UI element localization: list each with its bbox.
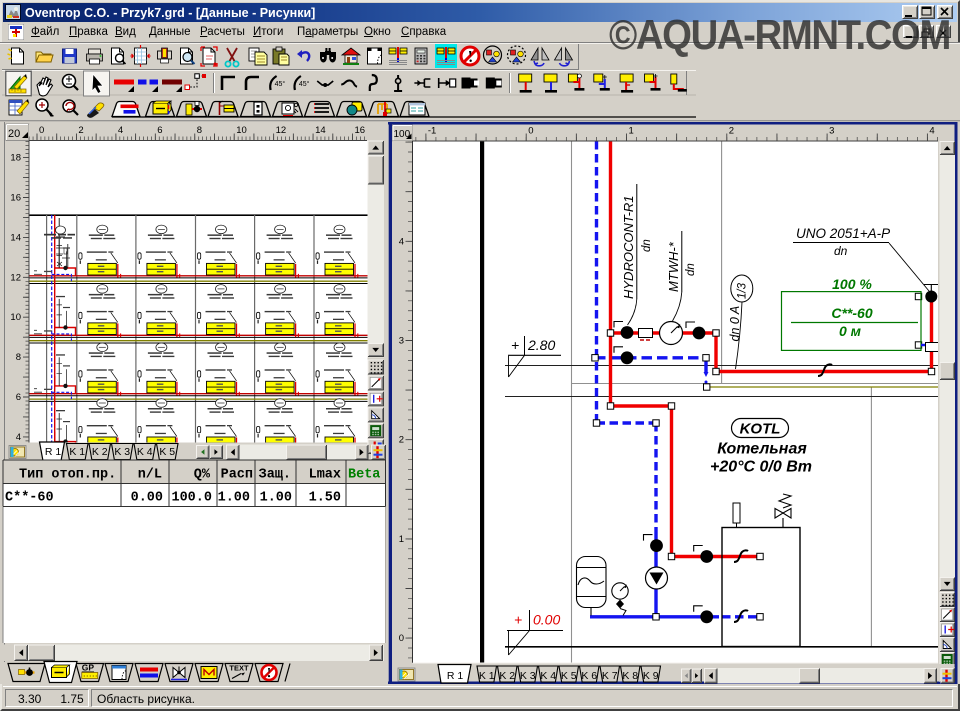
svg-text:100.0: 100.0: [171, 491, 212, 506]
svg-text:R 1: R 1: [45, 446, 62, 458]
svg-text:Lmax: Lmax: [309, 468, 341, 483]
svg-text:dn: dn: [834, 244, 848, 258]
svg-text:R 1: R 1: [447, 670, 464, 682]
svg-text:14: 14: [315, 125, 326, 136]
svg-text:dn: dn: [685, 263, 697, 276]
svg-text:-1: -1: [428, 126, 436, 137]
svg-text:2: 2: [729, 126, 734, 137]
svg-text:16: 16: [10, 193, 21, 204]
svg-text:0.00: 0.00: [533, 612, 560, 628]
svg-text:1/3: 1/3: [737, 282, 749, 299]
svg-text:14: 14: [10, 232, 21, 243]
svg-text:1.00: 1.00: [260, 491, 292, 506]
svg-text:0.00: 0.00: [131, 491, 163, 506]
svg-text:Beta: Beta: [348, 468, 380, 483]
svg-text:K 5: K 5: [159, 446, 175, 458]
svg-text:K 3: K 3: [520, 670, 536, 682]
svg-text:2: 2: [78, 125, 83, 136]
svg-text:18: 18: [10, 153, 21, 164]
svg-text:45°: 45°: [299, 80, 310, 88]
svg-text:10: 10: [236, 125, 247, 136]
svg-text:0: 0: [399, 633, 404, 644]
svg-text:K 1: K 1: [479, 670, 495, 682]
svg-text:GP: GP: [82, 663, 95, 673]
svg-text:Тип отоп.пр.: Тип отоп.пр.: [19, 468, 116, 483]
svg-text:1: 1: [399, 534, 404, 545]
svg-text:+20°C 0/0 Вт: +20°C 0/0 Вт: [710, 459, 812, 476]
svg-text:K 7: K 7: [602, 670, 618, 682]
svg-text:K 5: K 5: [561, 670, 577, 682]
svg-text:3: 3: [399, 336, 404, 347]
svg-text:dn: dn: [641, 239, 653, 252]
svg-text:20: 20: [8, 128, 20, 140]
svg-text:12: 12: [276, 125, 287, 136]
svg-text:K 2: K 2: [499, 670, 515, 682]
svg-text:C**-60: C**-60: [831, 305, 872, 321]
svg-text:6: 6: [157, 125, 162, 136]
svg-text:45°: 45°: [275, 80, 286, 88]
svg-text:2: 2: [399, 435, 404, 446]
svg-text:Котельная: Котельная: [717, 441, 807, 458]
svg-text:4: 4: [929, 126, 934, 137]
svg-text:KOTL: KOTL: [740, 421, 781, 438]
svg-text:TEXT: TEXT: [229, 664, 249, 673]
svg-text:+: +: [514, 612, 522, 628]
svg-text:K 3: K 3: [114, 446, 130, 458]
svg-text:1: 1: [629, 126, 634, 137]
svg-text:8: 8: [16, 352, 21, 363]
svg-text:4: 4: [118, 125, 123, 136]
svg-text:MTWH-*: MTWH-*: [666, 241, 681, 292]
svg-text:4: 4: [16, 432, 21, 443]
svg-text:0 м: 0 м: [839, 323, 862, 339]
svg-text:2.80: 2.80: [527, 337, 555, 353]
svg-text:0: 0: [39, 125, 44, 136]
svg-text:K 4: K 4: [540, 670, 556, 682]
svg-text:UNO 2051+A-P: UNO 2051+A-P: [796, 226, 890, 241]
svg-text:10: 10: [10, 312, 21, 323]
svg-text:1.50: 1.50: [309, 491, 341, 506]
svg-text:n/L: n/L: [138, 468, 162, 483]
svg-text:+: +: [511, 337, 519, 353]
svg-text:HYDROCONT-R1: HYDROCONT-R1: [621, 195, 636, 299]
svg-text:C**-60: C**-60: [5, 491, 54, 506]
svg-text:Q%: Q%: [194, 468, 211, 483]
svg-text:K 9: K 9: [643, 670, 659, 682]
svg-text:4: 4: [399, 236, 404, 247]
svg-text:K 6: K 6: [581, 670, 597, 682]
svg-text:100 %: 100 %: [832, 276, 872, 292]
svg-text:1.00: 1.00: [218, 491, 250, 506]
svg-text:K 1: K 1: [69, 446, 85, 458]
svg-text:8: 8: [197, 125, 202, 136]
svg-text:Расп: Расп: [221, 468, 253, 483]
svg-text:0: 0: [528, 126, 533, 137]
svg-text:Защ.: Защ.: [259, 468, 291, 483]
svg-text:K 2: K 2: [92, 446, 108, 458]
svg-text:16: 16: [355, 125, 366, 136]
svg-text:6: 6: [16, 392, 21, 403]
svg-text:K 4: K 4: [137, 446, 153, 458]
svg-text:12: 12: [10, 272, 21, 283]
svg-text:K 8: K 8: [622, 670, 638, 682]
svg-text:3: 3: [829, 126, 834, 137]
